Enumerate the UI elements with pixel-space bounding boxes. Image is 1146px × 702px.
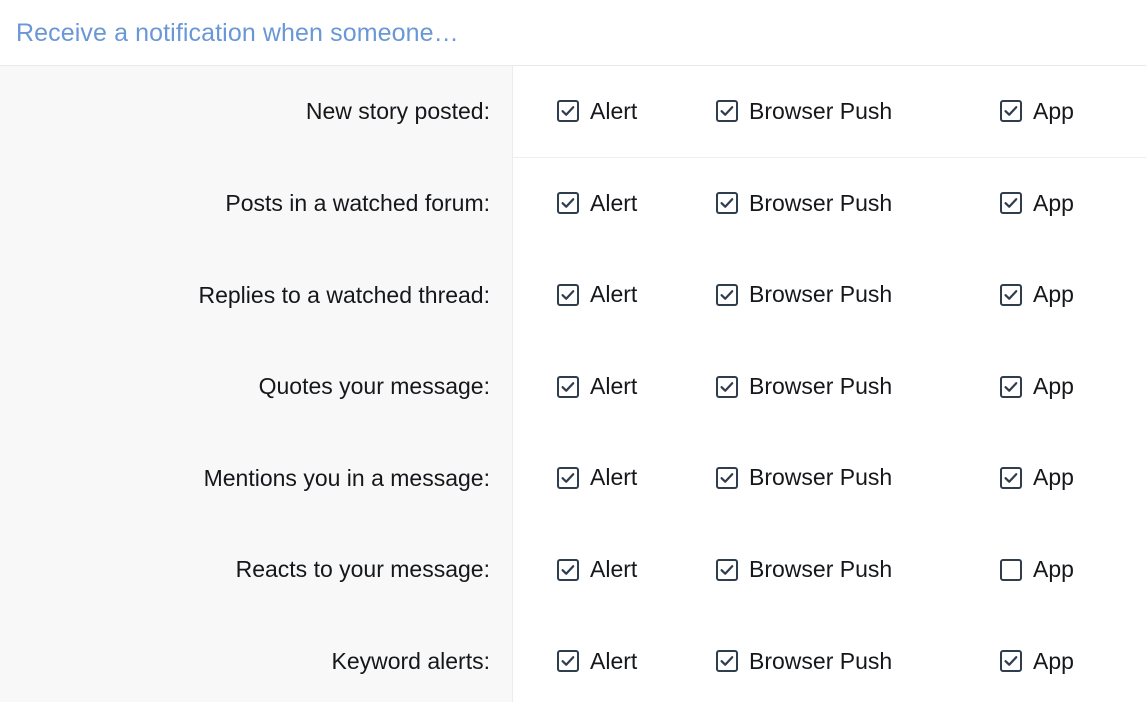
checkbox-label-alert[interactable]: Alert [590,556,637,584]
checkbox-checked-icon[interactable] [1000,283,1022,306]
checkbox-group-app[interactable]: App [961,281,1141,309]
checkbox-label-app[interactable]: App [1033,190,1074,218]
row-label: Posts in a watched forum: [225,190,490,217]
row-label: Mentions you in a message: [203,464,490,491]
checkbox-group-push[interactable]: Browser Push [679,464,961,492]
checkbox-group-alert[interactable]: Alert [513,648,679,676]
checkbox-group-alert[interactable]: Alert [513,281,679,309]
checkbox-checked-icon[interactable] [557,650,579,673]
row-label: Reacts to your message: [235,556,490,583]
checkbox-label-push[interactable]: Browser Push [749,556,892,584]
checkbox-checked-icon[interactable] [1000,192,1022,215]
checkbox-label-push[interactable]: Browser Push [749,98,892,126]
checkbox-label-push[interactable]: Browser Push [749,190,892,218]
checkbox-group-push[interactable]: Browser Push [679,190,961,218]
checkbox-group-app[interactable]: App [961,98,1141,126]
checkbox-checked-icon[interactable] [557,100,579,123]
checkbox-label-push[interactable]: Browser Push [749,281,892,309]
checkbox-unchecked-icon[interactable] [1000,558,1022,581]
checkbox-group-push[interactable]: Browser Push [679,281,961,309]
checkbox-label-push[interactable]: Browser Push [749,373,892,401]
checkbox-label-alert[interactable]: Alert [590,98,637,126]
table-row: Keyword alerts: Alert Browser Push App [0,616,1146,702]
checkbox-label-push[interactable]: Browser Push [749,464,892,492]
table-row: Replies to a watched thread: Alert Browser… [0,249,1146,341]
checkbox-group-push[interactable]: Browser Push [679,556,961,584]
table-row: Reacts to your message: Alert Browser Push… [0,524,1146,616]
row-label: Replies to a watched thread: [198,281,490,308]
notification-rows: New story posted: Alert Browser Push App Pos… [0,66,1146,702]
table-row: New story posted: Alert Browser Push App [0,66,1146,158]
checkbox-checked-icon[interactable] [716,192,738,215]
checkbox-label-app[interactable]: App [1033,556,1074,584]
checkbox-checked-icon[interactable] [1000,467,1022,490]
checkbox-checked-icon[interactable] [716,558,738,581]
table-row: Mentions you in a message: Alert Browser P… [0,432,1146,524]
table-row: Posts in a watched forum: Alert Browser Pu… [0,158,1146,250]
row-controls: Alert Browser Push App [513,249,1146,341]
checkbox-group-app[interactable]: App [961,556,1141,584]
checkbox-checked-icon[interactable] [557,467,579,490]
page-title: Receive a notification when someone… [16,18,459,47]
checkbox-label-app[interactable]: App [1033,464,1074,492]
checkbox-checked-icon[interactable] [557,192,579,215]
checkbox-group-push[interactable]: Browser Push [679,648,961,676]
row-controls: Alert Browser Push App [513,432,1146,524]
checkbox-checked-icon[interactable] [716,467,738,490]
checkbox-checked-icon[interactable] [1000,100,1022,123]
checkbox-group-alert[interactable]: Alert [513,373,679,401]
checkbox-group-alert[interactable]: Alert [513,190,679,218]
checkbox-group-push[interactable]: Browser Push [679,373,961,401]
checkbox-label-app[interactable]: App [1033,281,1074,309]
checkbox-label-push[interactable]: Browser Push [749,648,892,676]
checkbox-checked-icon[interactable] [557,375,579,398]
row-controls: Alert Browser Push App [513,616,1146,702]
checkbox-label-app[interactable]: App [1033,648,1074,676]
checkbox-label-alert[interactable]: Alert [590,190,637,218]
row-controls: Alert Browser Push App [513,341,1146,433]
checkbox-group-push[interactable]: Browser Push [679,98,961,126]
checkbox-checked-icon[interactable] [716,375,738,398]
row-controls: Alert Browser Push App [513,158,1146,250]
checkbox-group-app[interactable]: App [961,190,1141,218]
checkbox-checked-icon[interactable] [716,650,738,673]
checkbox-label-alert[interactable]: Alert [590,281,637,309]
checkbox-group-app[interactable]: App [961,373,1141,401]
notification-settings-form: New story posted: Alert Browser Push App Pos… [0,66,1146,702]
notification-preferences-page: Receive a notification when someone… New… [0,0,1146,702]
checkbox-group-app[interactable]: App [961,464,1141,492]
table-row: Quotes your message: Alert Browser Push App [0,341,1146,433]
checkbox-label-alert[interactable]: Alert [590,648,637,676]
checkbox-group-alert[interactable]: Alert [513,556,679,584]
row-controls: Alert Browser Push App [513,524,1146,616]
checkbox-label-alert[interactable]: Alert [590,464,637,492]
checkbox-label-app[interactable]: App [1033,373,1074,401]
checkbox-group-app[interactable]: App [961,648,1141,676]
checkbox-group-alert[interactable]: Alert [513,98,679,126]
checkbox-checked-icon[interactable] [1000,375,1022,398]
checkbox-label-app[interactable]: App [1033,98,1074,126]
checkbox-checked-icon[interactable] [1000,650,1022,673]
row-label: Quotes your message: [258,373,490,400]
row-label: New story posted: [305,98,490,125]
checkbox-checked-icon[interactable] [557,558,579,581]
checkbox-group-alert[interactable]: Alert [513,464,679,492]
checkbox-label-alert[interactable]: Alert [590,373,637,401]
checkbox-checked-icon[interactable] [557,283,579,306]
checkbox-checked-icon[interactable] [716,100,738,123]
checkbox-checked-icon[interactable] [716,283,738,306]
row-label: Keyword alerts: [331,647,490,674]
row-controls: Alert Browser Push App [513,66,1146,158]
panel-header: Receive a notification when someone… [0,0,1146,66]
